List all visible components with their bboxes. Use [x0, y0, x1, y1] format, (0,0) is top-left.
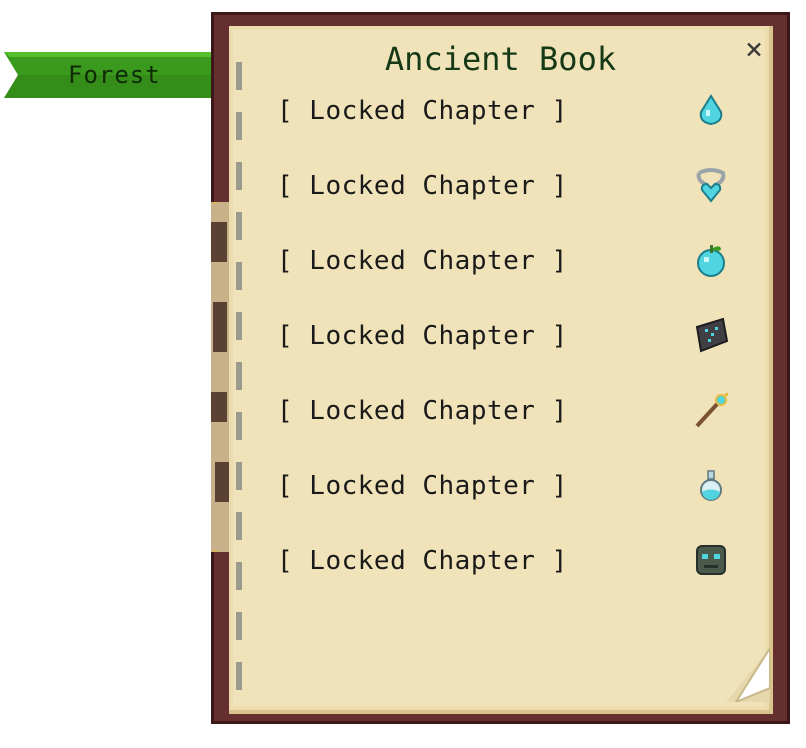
magic-fruit-icon: [697, 245, 725, 277]
water-drop-icon: [699, 94, 723, 126]
tab-label: Forest: [68, 61, 161, 89]
chapter-label: [ Locked Chapter ]: [277, 471, 568, 501]
chapter-item[interactable]: [ Locked Chapter ]: [277, 94, 747, 136]
chapter-item[interactable]: [ Locked Chapter ]: [277, 393, 747, 436]
chapter-label: [ Locked Chapter ]: [277, 546, 568, 576]
chapter-label: [ Locked Chapter ]: [277, 171, 568, 201]
chapter-item[interactable]: [ Locked Chapter ]: [277, 470, 747, 511]
chapter-label: [ Locked Chapter ]: [277, 246, 568, 276]
chapter-item[interactable]: [ Locked Chapter ]: [277, 168, 747, 211]
chapter-label: [ Locked Chapter ]: [277, 321, 568, 351]
page-curl-corner: [726, 648, 770, 702]
wand-icon: [695, 393, 728, 428]
close-icon[interactable]: ×: [740, 35, 768, 65]
chapter-item[interactable]: [ Locked Chapter ]: [277, 317, 747, 361]
forest-tab[interactable]: Forest: [4, 52, 240, 98]
chapter-item[interactable]: [ Locked Chapter ]: [277, 545, 747, 586]
potion-bottle-icon: [700, 470, 722, 501]
ancient-book-panel: Ancient Book × [ Locked Chapter ] [ Lock…: [211, 12, 790, 724]
heart-necklace-icon: [696, 168, 726, 203]
chapter-item[interactable]: [ Locked Chapter ]: [277, 245, 747, 286]
chapter-label: [ Locked Chapter ]: [277, 396, 568, 426]
stone-mask-icon: [696, 545, 726, 575]
book-title: Ancient Book: [384, 40, 617, 78]
rune-stone-icon: [695, 317, 729, 353]
chapter-label: [ Locked Chapter ]: [277, 96, 568, 126]
page-binding-rings: [236, 62, 242, 690]
